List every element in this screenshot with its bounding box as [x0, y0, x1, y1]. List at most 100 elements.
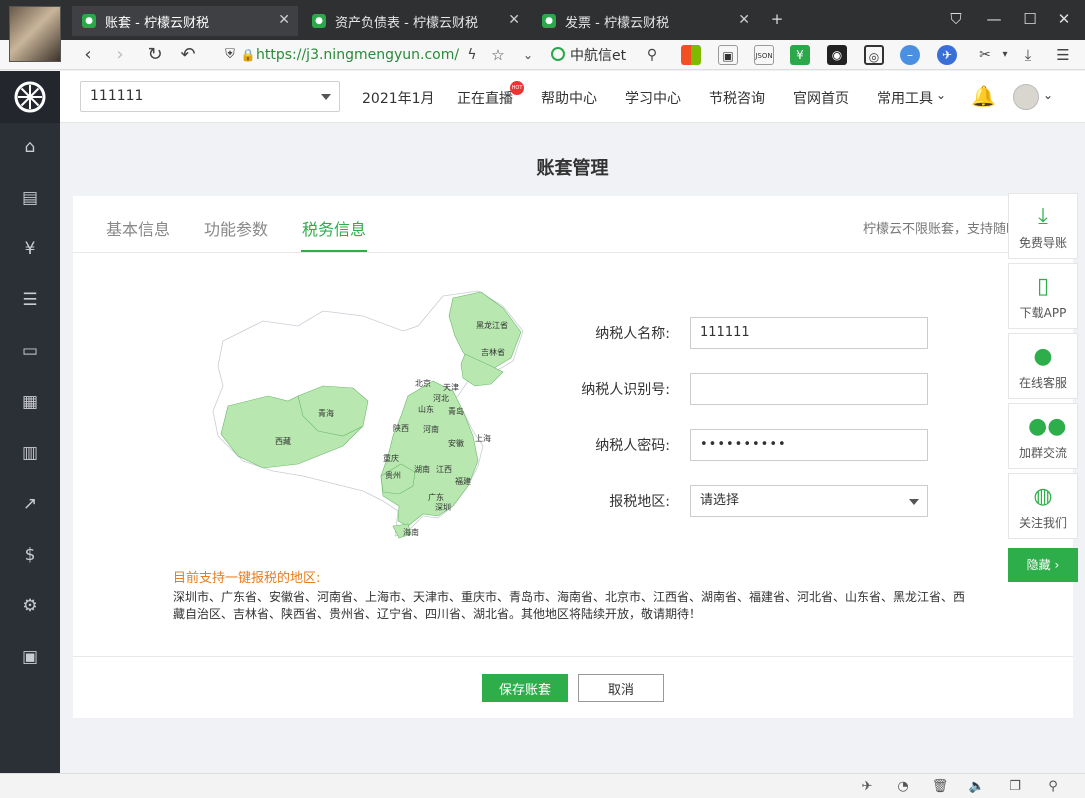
help-link[interactable]: 帮助中心: [541, 88, 597, 108]
live-link[interactable]: 正在直播: [457, 88, 513, 108]
minus-circle-icon[interactable]: –: [900, 45, 920, 65]
taxpayer-password-input[interactable]: ••••••••••: [690, 429, 928, 461]
card-icon[interactable]: ▭: [18, 339, 42, 363]
map-label: 福建: [455, 476, 471, 486]
trash-icon[interactable]: 🗑: [931, 778, 949, 796]
yen-app-icon[interactable]: ¥: [790, 45, 810, 65]
chart-icon[interactable]: ↗: [18, 492, 42, 516]
download-app-button[interactable]: ▯ 下载APP: [1008, 263, 1078, 329]
tab-function-params[interactable]: 功能参数: [204, 216, 268, 240]
tab-basic-info[interactable]: 基本信息: [106, 216, 170, 240]
map-label: 广东: [428, 492, 444, 502]
reload-icon[interactable]: ↻: [143, 43, 167, 67]
hot-badge: HOT: [510, 81, 524, 95]
lightning-icon[interactable]: ϟ: [460, 43, 484, 67]
taxpayer-name-input[interactable]: 111111: [690, 317, 928, 349]
star-icon[interactable]: ☆: [486, 43, 510, 67]
yen-icon[interactable]: ¥: [18, 237, 42, 261]
book-icon[interactable]: ▥: [18, 441, 42, 465]
bell-icon[interactable]: 🔔: [971, 84, 996, 108]
browser-tab-title: 账套 - 柠檬云财税: [105, 15, 209, 31]
tools-menu[interactable]: 常用工具: [877, 88, 933, 108]
chevron-down-icon[interactable]: ⌄: [516, 43, 540, 67]
chevron-down-icon[interactable]: ▾: [993, 43, 1017, 67]
hide-label: 隐藏: [1026, 558, 1051, 572]
rocket-icon[interactable]: ✈: [858, 778, 876, 796]
map-label: 深圳: [435, 502, 451, 512]
browser-tab-1[interactable]: ● 账套 - 柠檬云财税 ✕: [72, 6, 298, 36]
taxpayer-id-input[interactable]: [690, 373, 928, 405]
person-icon: ●: [1033, 344, 1053, 369]
new-tab-icon[interactable]: +: [765, 8, 789, 30]
map-label: 江西: [436, 465, 452, 474]
browser-avatar[interactable]: [9, 6, 61, 62]
chevron-right-icon: ›: [1054, 558, 1060, 572]
windows-icon[interactable]: [681, 45, 701, 65]
china-map: 黑龙江省 吉林省 北京 天津 河北 山东 青岛 陕西 河南 安徽 上海 重庆 湖…: [212, 290, 524, 539]
close-icon[interactable]: ✕: [508, 12, 520, 28]
volume-icon[interactable]: 🔈: [968, 778, 986, 796]
window-close-icon[interactable]: ✕: [1052, 8, 1076, 30]
hide-float-button[interactable]: 隐藏 ›: [1008, 548, 1078, 582]
json-icon[interactable]: JSON: [754, 45, 774, 65]
free-import-button[interactable]: ⤓ 免费导账: [1008, 193, 1078, 259]
map-label: 河北: [433, 393, 449, 403]
dollar-icon[interactable]: $: [18, 543, 42, 567]
speed-icon[interactable]: ◔: [894, 778, 912, 796]
join-group-button[interactable]: ●● 加群交流: [1008, 403, 1078, 469]
calendar-icon[interactable]: ▦: [18, 390, 42, 414]
online-service-button[interactable]: ● 在线客服: [1008, 333, 1078, 399]
chevron-down-icon[interactable]: ⌄: [1043, 88, 1053, 102]
download-icon[interactable]: ⤓: [1016, 43, 1040, 67]
close-icon[interactable]: ✕: [278, 12, 290, 28]
lemon-logo-icon[interactable]: [0, 71, 60, 123]
period-link[interactable]: 2021年1月: [362, 88, 435, 108]
settings-icon[interactable]: ⚙: [18, 594, 42, 618]
tax-consult-link[interactable]: 节税咨询: [709, 88, 765, 108]
official-link[interactable]: 官网首页: [793, 88, 849, 108]
camera-icon[interactable]: ◎: [864, 45, 884, 65]
browser-tab-3[interactable]: ● 发票 - 柠檬云财税 ✕: [532, 6, 758, 36]
minimize-icon[interactable]: —: [982, 8, 1006, 30]
ledger-icon[interactable]: ☰: [18, 288, 42, 312]
shirt-icon[interactable]: ⛉: [944, 8, 968, 30]
map-label: 吉林省: [481, 347, 505, 357]
map-label: 重庆: [383, 453, 399, 463]
maximize-icon[interactable]: ☐: [1018, 8, 1042, 30]
url-input[interactable]: https://j3.ningmengyun.com/: [256, 44, 459, 66]
tax-region-select[interactable]: 请选择: [690, 485, 928, 517]
main-area: 账套管理 基本信息 功能参数 税务信息 柠檬云不限账套，支持随时修改账套 黑龙江…: [60, 123, 1085, 773]
follow-us-button[interactable]: ◍ 关注我们: [1008, 473, 1078, 539]
save-button[interactable]: 保存账套: [482, 674, 568, 702]
user-avatar[interactable]: [1013, 84, 1039, 110]
home-icon[interactable]: ⌂: [18, 135, 42, 159]
archive-icon[interactable]: ▣: [18, 645, 42, 669]
close-icon[interactable]: ✕: [738, 12, 750, 28]
chevron-down-icon[interactable]: ⌄: [936, 88, 946, 102]
browser-tab-title: 资产负债表 - 柠檬云财税: [335, 15, 478, 31]
extension-icon[interactable]: ◉: [827, 45, 847, 65]
menu-icon[interactable]: ☰: [1051, 43, 1075, 67]
heilongjiang-region: [448, 291, 522, 371]
search-icon[interactable]: ⚲: [640, 43, 664, 67]
tax-region-value: 请选择: [700, 493, 740, 508]
tab-tax-info[interactable]: 税务信息: [302, 216, 366, 240]
rocket-icon[interactable]: ✈: [937, 45, 957, 65]
map-label: 青岛: [448, 406, 464, 416]
learn-link[interactable]: 学习中心: [625, 88, 681, 108]
voucher-icon[interactable]: ▤: [18, 186, 42, 210]
search-engine-label[interactable]: 中航信et: [570, 45, 626, 65]
map-label: 贵州: [385, 470, 401, 480]
company-select[interactable]: 111111: [80, 81, 340, 112]
group-icon: ●●: [1028, 414, 1067, 439]
window-icon[interactable]: ❐: [1006, 778, 1024, 796]
free-import-label: 免费导账: [1018, 236, 1067, 250]
cancel-button[interactable]: 取消: [578, 674, 664, 702]
join-group-label: 加群交流: [1018, 446, 1067, 460]
back-icon[interactable]: ‹: [76, 43, 100, 67]
screenshot-icon[interactable]: ▣: [718, 45, 738, 65]
forward-icon[interactable]: ›: [108, 43, 132, 67]
undo-icon[interactable]: ↶: [176, 43, 200, 67]
browser-tab-2[interactable]: ● 资产负债表 - 柠檬云财税 ✕: [302, 6, 528, 36]
zoom-icon[interactable]: ⚲: [1044, 778, 1062, 796]
